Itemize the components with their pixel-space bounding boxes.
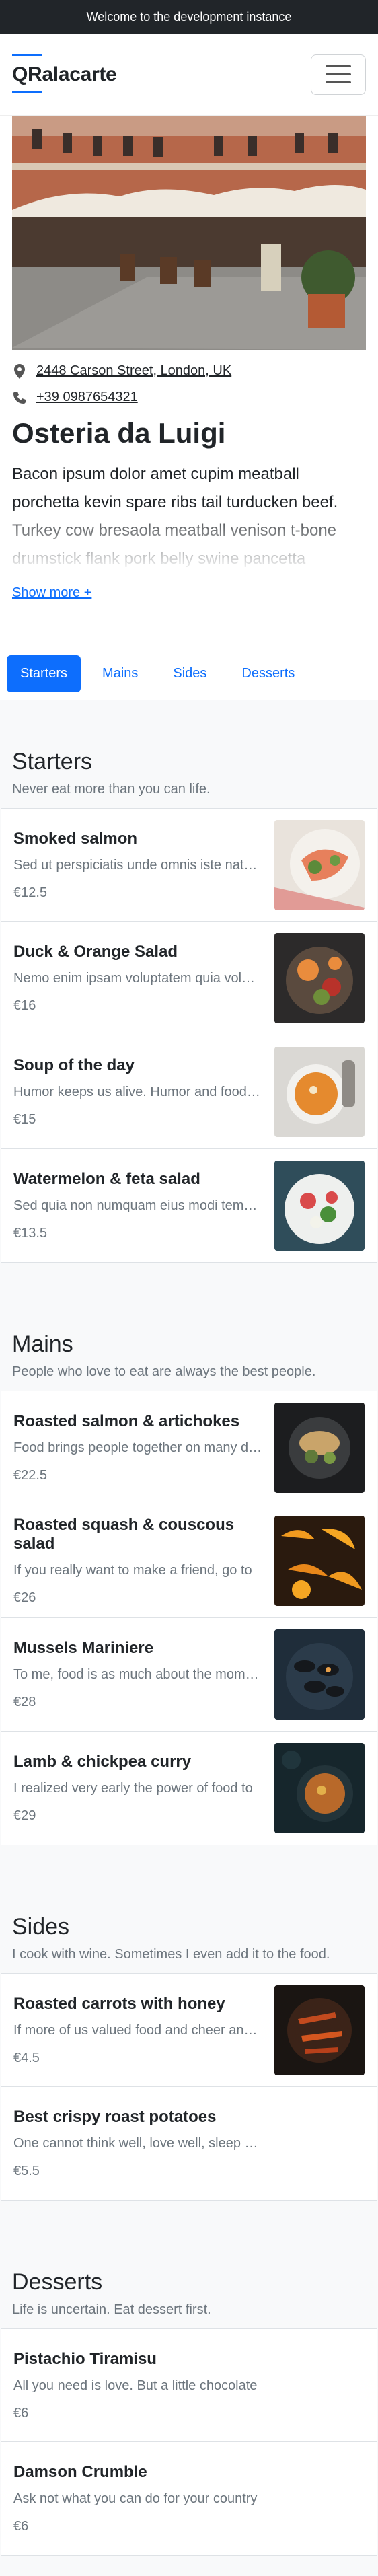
location-pin-icon [12, 363, 27, 379]
menu-item-description: Ask not what you can do for your country [13, 2491, 258, 2506]
menu-item-price: €13.5 [13, 1226, 48, 1241]
show-more-link[interactable]: Show more + [12, 585, 91, 601]
menu-item-price: €16 [13, 998, 36, 1013]
menu-item-description: Humor keeps us alive. Humor and food. Do… [13, 1084, 262, 1099]
menu-item-card[interactable]: Best crispy roast potatoes One cannot th… [1, 2087, 377, 2201]
menu-item-photo [274, 819, 365, 910]
section-subtitle: Life is uncertain. Eat dessert first. [12, 2302, 211, 2317]
section-mains: Mains People who love to eat are always … [0, 1283, 378, 1866]
menu-item-price: €29 [13, 1808, 36, 1823]
section-subtitle: I cook with wine. Sometimes I even add i… [12, 1947, 330, 1962]
menu-item-card[interactable]: Roasted carrots with honey If more of us… [1, 1973, 377, 2087]
menu-item-photo [274, 1985, 365, 2075]
address-link[interactable]: 2448 Carson Street, London, UK [36, 363, 231, 379]
tab-desserts[interactable]: Desserts [228, 655, 308, 692]
address-line: 2448 Carson Street, London, UK [12, 363, 366, 379]
menu-item-price: €6 [13, 2405, 29, 2421]
brand-bottom-line [12, 90, 42, 93]
menu-item-card[interactable]: Pistachio Tiramisu All you need is love.… [1, 2328, 377, 2442]
dev-banner-text: Welcome to the development instance [86, 9, 292, 24]
menu-item-name: Duck & Orange Salad [13, 943, 178, 961]
menu-item-description: Sed quia non numquam eius modi tempora [13, 1198, 262, 1213]
menu-item-name: Roasted carrots with honey [13, 1994, 225, 2013]
menu-item-name: Mussels Mariniere [13, 1639, 154, 1657]
menu-item-name: Best crispy roast potatoes [13, 2108, 217, 2126]
brand-text: QRalacarte [12, 63, 117, 85]
menu-item-name: Smoked salmon [13, 829, 138, 848]
brand-logo[interactable]: QRalacarte [12, 53, 117, 93]
menu-item-name: Roasted salmon & artichokes [13, 1411, 240, 1430]
menu-item-photo [274, 1743, 365, 1833]
section-desserts: Desserts Life is uncertain. Eat dessert … [0, 2221, 378, 2576]
menu-item-card[interactable]: Damson Crumble Ask not what you can do f… [1, 2442, 377, 2556]
dev-banner: Welcome to the development instance [0, 0, 378, 34]
menu-toggle-button[interactable] [311, 54, 366, 95]
menu-item-card[interactable]: Lamb & chickpea curry I realized very ea… [1, 1732, 377, 1845]
menu-item-photo [274, 1047, 365, 1137]
navbar: QRalacarte [0, 34, 378, 116]
menu-item-name: Lamb & chickpea curry [13, 1753, 192, 1771]
menu-item-description: All you need is love. But a little choco… [13, 2378, 258, 2393]
menu-item-description: Nemo enim ipsam voluptatem quia voluptas… [13, 971, 262, 986]
phone-icon [12, 391, 27, 404]
menu-item-name: Soup of the day [13, 1056, 135, 1074]
menu-item-photo [274, 1402, 365, 1493]
section-title: Desserts [12, 2269, 103, 2295]
menu-item-card[interactable]: Soup of the day Humor keeps us alive. Hu… [1, 1035, 377, 1149]
menu-item-photo [274, 1629, 365, 1720]
hamburger-icon-line [326, 65, 351, 67]
section-starters: Starters Never eat more than you can lif… [0, 700, 378, 1283]
menu-item-description: If more of us valued food and cheer and … [13, 2022, 262, 2038]
menu-item-price: €26 [13, 1590, 36, 1605]
menu-item-price: €4.5 [13, 2050, 40, 2065]
menu-item-name: Damson Crumble [13, 2463, 147, 2481]
menu-item-card[interactable]: Mussels Mariniere To me, food is as much… [1, 1618, 377, 1732]
phone-link[interactable]: +39 0987654321 [36, 390, 138, 405]
hamburger-icon-line [326, 73, 351, 75]
menu-item-price: €22.5 [13, 1467, 48, 1483]
menu-item-price: €15 [13, 1112, 36, 1127]
restaurant-name: Osteria da Luigi [12, 417, 226, 449]
menu-item-description: To me, food is as much about the moment [13, 1667, 262, 1682]
menu-item-description: Sed ut perspiciatis unde omnis iste natu… [13, 857, 262, 873]
menu-item-price: €5.5 [13, 2164, 40, 2178]
menu-item-description: One cannot think well, love well, sleep … [13, 2136, 262, 2151]
section-sides: Sides I cook with wine. Sometimes I even… [0, 1866, 378, 2221]
menu-item-photo [274, 1161, 365, 1251]
section-title: Starters [12, 749, 93, 774]
menu-item-description: If you really want to make a friend, go … [13, 1563, 252, 1578]
menu-item-price: €28 [13, 1695, 36, 1709]
contact-info: 2448 Carson Street, London, UK +39 09876… [0, 350, 378, 405]
menu-item-card[interactable]: Roasted salmon & artichokes Food brings … [1, 1391, 377, 1504]
section-title: Sides [12, 1914, 70, 1940]
section-subtitle: People who love to eat are always the be… [12, 1364, 316, 1379]
menu-item-card[interactable]: Smoked salmon Sed ut perspiciatis unde o… [1, 808, 377, 922]
menu-item-name: Watermelon & feta salad [13, 1170, 200, 1188]
menu-item-photo [274, 933, 365, 1023]
section-title: Mains [12, 1331, 73, 1357]
category-tabs: Starters Mains Sides Desserts [0, 647, 378, 700]
menu-item-price: €6 [13, 2519, 29, 2534]
menu-item-description: Food brings people together on many diff… [13, 1440, 262, 1455]
restaurant-hero-image [12, 116, 366, 350]
menu-item-description: I realized very early the power of food … [13, 1781, 253, 1796]
menu-item-card[interactable]: Roasted squash & couscous salad If you r… [1, 1504, 377, 1618]
brand-top-line [12, 53, 42, 56]
tab-starters[interactable]: Starters [7, 655, 81, 692]
section-subtitle: Never eat more than you can life. [12, 782, 211, 797]
menu-item-name: Roasted squash & couscous salad [13, 1516, 235, 1553]
menu-item-name: Pistachio Tiramisu [13, 2349, 157, 2368]
menu-item-price: €12.5 [13, 885, 48, 900]
tab-sides[interactable]: Sides [159, 655, 220, 692]
menu-item-card[interactable]: Duck & Orange Salad Nemo enim ipsam volu… [1, 922, 377, 1035]
menu-item-photo [274, 1516, 365, 1606]
restaurant-description: Bacon ipsum dolor amet cupim meatball po… [12, 460, 366, 573]
hamburger-icon-line [326, 81, 351, 83]
tab-mains[interactable]: Mains [89, 655, 151, 692]
phone-line: +39 0987654321 [12, 390, 366, 405]
menu-item-card[interactable]: Watermelon & feta salad Sed quia non num… [1, 1149, 377, 1263]
